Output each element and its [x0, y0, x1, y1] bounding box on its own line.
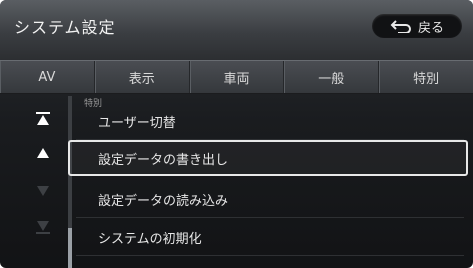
scroll-to-bottom-icon[interactable] — [36, 220, 50, 234]
back-button-label: 戻る — [417, 20, 444, 36]
list-item-label: システムの初期化 — [98, 232, 202, 247]
back-button[interactable]: 戻る — [372, 14, 462, 38]
list-item-system-reset[interactable]: システムの初期化 — [76, 220, 464, 256]
scroll-up-icon[interactable] — [36, 146, 50, 160]
scroll-down-icon[interactable] — [36, 184, 50, 198]
tab-vehicle[interactable]: 車両 — [190, 61, 285, 93]
back-arrow-icon — [390, 19, 412, 33]
system-settings-screen: システム設定 戻る AV 表示 車両 一般 特別 特別 ユーザー切替 設定データ… — [0, 0, 473, 268]
list-item-label: ユーザー切替 — [98, 116, 176, 131]
list-item-label: 設定データの書き出し — [98, 152, 229, 168]
scroll-rail — [0, 96, 66, 268]
tab-general[interactable]: 一般 — [284, 61, 380, 93]
tab-special[interactable]: 特別 — [379, 61, 473, 93]
page-title: システム設定 — [14, 18, 116, 37]
tab-bar: AV 表示 車両 一般 特別 — [0, 60, 473, 94]
tab-display[interactable]: 表示 — [95, 61, 190, 93]
scrollbar-thumb[interactable] — [68, 228, 72, 268]
list-item-label: 設定データの読み込み — [98, 194, 229, 209]
scroll-to-top-icon[interactable] — [36, 112, 50, 126]
list-item-export-settings[interactable]: 設定データの書き出し — [68, 140, 468, 176]
list-item-user-switch[interactable]: ユーザー切替 — [76, 104, 464, 140]
title-bar: システム設定 戻る — [0, 0, 473, 62]
list-item-import-settings[interactable]: 設定データの読み込み — [76, 182, 464, 218]
tab-av[interactable]: AV — [0, 61, 95, 93]
